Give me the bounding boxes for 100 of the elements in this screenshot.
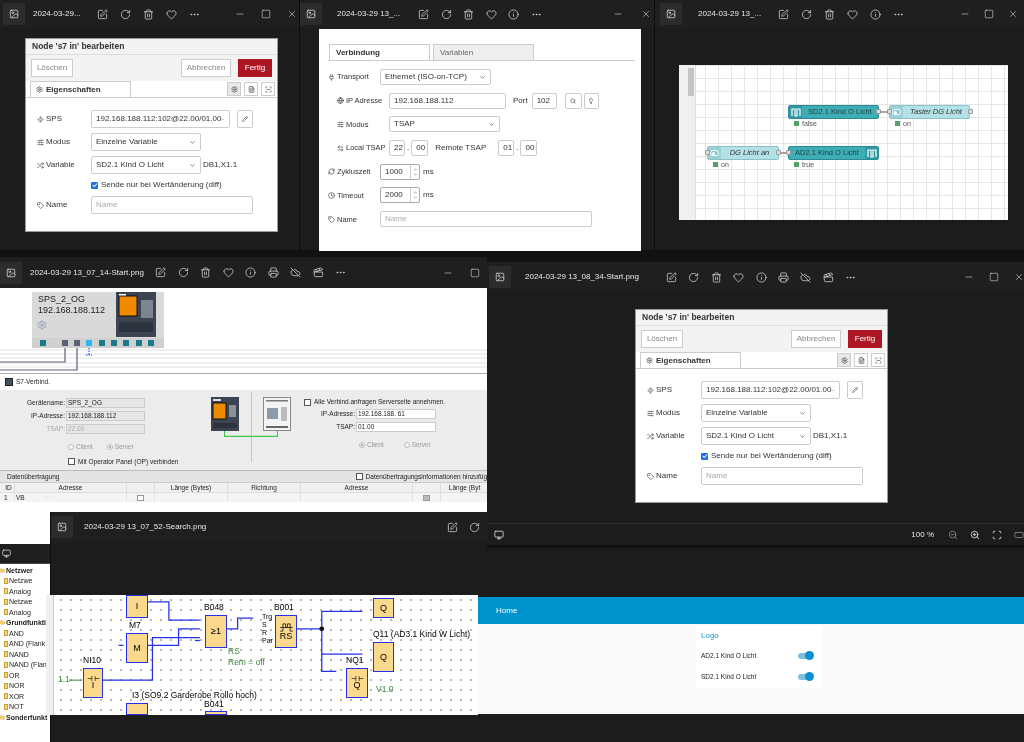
rotate-icon[interactable] [120, 8, 131, 20]
info-icon[interactable] [245, 267, 256, 278]
tab[interactable]: Eigenschaften [30, 81, 131, 97]
maximize-icon[interactable] [984, 9, 994, 19]
edit-icon[interactable] [778, 8, 789, 20]
scrollbar[interactable] [46, 595, 54, 715]
app-button[interactable] [0, 261, 22, 284]
tab[interactable]: Variablen [433, 44, 534, 60]
rotate-icon[interactable] [469, 521, 480, 533]
browse-button[interactable] [423, 494, 430, 501]
app-button[interactable] [300, 3, 322, 25]
close-icon[interactable] [1014, 272, 1024, 282]
info-icon[interactable] [508, 8, 519, 20]
done-button[interactable]: Fertig [848, 330, 882, 348]
checkbox[interactable] [304, 398, 311, 406]
settings-button[interactable] [227, 82, 241, 96]
description-button[interactable] [854, 353, 868, 367]
rotate-icon[interactable] [801, 8, 812, 20]
maximize-icon[interactable] [989, 272, 999, 282]
cloud-off-icon[interactable] [800, 271, 812, 283]
delete-button[interactable]: Löschen [31, 59, 73, 77]
delete-icon[interactable] [143, 8, 154, 20]
heart-icon[interactable] [166, 8, 177, 20]
select-field[interactable]: SD2.1 Kind O Licht [701, 427, 811, 445]
browse-button[interactable] [137, 494, 144, 501]
function-block[interactable]: Q [346, 668, 368, 698]
clapperboard-icon[interactable] [312, 267, 324, 278]
edit-icon[interactable] [97, 8, 108, 20]
filmstrip-icon[interactable] [494, 529, 504, 540]
rotate-icon[interactable] [440, 8, 452, 20]
function-block[interactable] [126, 703, 148, 715]
function-block[interactable]: I [126, 595, 148, 618]
edit-icon[interactable] [155, 267, 166, 278]
delete-icon[interactable] [824, 8, 835, 20]
rotate-icon[interactable] [688, 271, 700, 283]
rotate-icon[interactable] [177, 267, 189, 278]
edit-icon[interactable] [666, 271, 677, 283]
radio-button[interactable] [403, 441, 410, 448]
number-field[interactable]: 01 [498, 140, 515, 157]
function-block[interactable]: I [83, 668, 103, 698]
heart-icon[interactable] [847, 8, 858, 20]
function-block[interactable]: Q [373, 598, 394, 618]
function-block[interactable]: Q [373, 642, 394, 672]
port-field[interactable]: 102 [531, 92, 557, 109]
cycle-field[interactable]: 1000 [380, 163, 420, 180]
info-icon[interactable] [755, 271, 767, 283]
select-field[interactable]: 192.168.188.112:102@22.00/01.00 [91, 110, 230, 128]
tab[interactable]: Verbindung [329, 44, 430, 60]
edit-icon[interactable] [447, 521, 458, 533]
timeout-field[interactable]: 2000 [380, 187, 420, 204]
delete-icon[interactable] [710, 271, 722, 283]
radio-button[interactable] [359, 441, 365, 448]
checkbox[interactable] [355, 473, 363, 480]
close-icon[interactable] [641, 9, 651, 19]
cancel-button[interactable]: Abbrechen [181, 59, 231, 77]
info-icon[interactable] [870, 8, 881, 20]
select-field[interactable]: Ethernet (ISO-on-TCP) [380, 69, 491, 85]
zoom-out-icon[interactable] [948, 529, 958, 540]
maximize-icon[interactable] [470, 267, 480, 278]
select-field[interactable]: Einzelne Variable [701, 404, 811, 422]
cloud-off-icon[interactable] [290, 267, 301, 278]
close-icon[interactable] [287, 9, 297, 19]
scrollbar[interactable] [679, 65, 696, 220]
close-icon[interactable] [1008, 9, 1018, 19]
app-button[interactable] [660, 3, 682, 25]
device-panel[interactable]: SPS_2_OG 192.168.188.112 [32, 292, 164, 338]
app-button[interactable] [3, 3, 25, 25]
app-button[interactable] [51, 516, 73, 538]
function-block[interactable]: RS [275, 615, 297, 648]
select-field[interactable]: Einzelne Variable [91, 133, 201, 151]
settings-button[interactable] [837, 353, 851, 367]
heart-icon[interactable] [485, 8, 497, 20]
heart-icon[interactable] [222, 267, 234, 278]
delete-icon[interactable] [463, 8, 474, 20]
app-button[interactable] [489, 266, 511, 288]
select-field[interactable]: SD2.1 Kind O Licht [91, 156, 201, 174]
delete-button[interactable]: Löschen [641, 330, 683, 348]
scrollbar-thumb[interactable] [688, 68, 694, 96]
select-field[interactable]: TSAP [389, 116, 500, 133]
heart-icon[interactable] [733, 271, 745, 283]
clapperboard-icon[interactable] [822, 271, 834, 283]
number-field[interactable]: 22 [389, 140, 405, 157]
function-block[interactable] [205, 711, 227, 715]
number-field[interactable]: 00 [520, 140, 538, 157]
select-field[interactable]: 192.168.188.112:102@22.00/01.00 [701, 381, 840, 399]
function-block[interactable]: M [126, 633, 148, 663]
monitor-icon[interactable] [2, 549, 11, 558]
tab[interactable]: Eigenschaften [640, 352, 741, 368]
function-block[interactable]: ≥1 [205, 615, 227, 648]
zoom-in-icon[interactable] [970, 529, 980, 540]
toggle-switch[interactable] [798, 653, 812, 659]
done-button[interactable]: Fertig [238, 59, 272, 77]
toggle-switch[interactable] [798, 674, 812, 680]
radio-button[interactable] [68, 443, 74, 450]
ip-field[interactable]: 192.168.188.112 [389, 92, 506, 109]
checkbox[interactable] [68, 458, 75, 466]
number-field[interactable]: 00 [411, 140, 429, 157]
cancel-button[interactable]: Abbrechen [791, 330, 841, 348]
actual-size-icon[interactable] [1014, 529, 1024, 540]
fit-icon[interactable] [992, 529, 1002, 540]
